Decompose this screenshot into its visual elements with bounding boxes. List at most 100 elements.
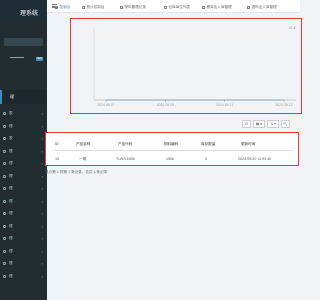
- sidebar-item[interactable]: 理 ‹: [0, 208, 47, 221]
- menu-icon: [3, 162, 6, 165]
- menu-icon: [3, 262, 6, 265]
- sidebar-item[interactable]: 理 ‹: [0, 233, 47, 246]
- tab-label: 仓库单位列表: [168, 5, 191, 9]
- menu-icon: [3, 124, 6, 128]
- chart-x-tick-label: 2024-09-07: [97, 103, 114, 107]
- chevron-left-icon: ‹: [41, 173, 43, 179]
- tab[interactable]: 控制台: [55, 3, 70, 11]
- tab[interactable]: 物料管理记录: [120, 3, 146, 11]
- tab-label: 统计控制台: [86, 5, 105, 9]
- col-header-id: ID: [55, 142, 59, 146]
- tab-icon: [202, 5, 205, 9]
- tab-label: 物料管理记录: [124, 5, 147, 9]
- menu-icon: [3, 137, 6, 140]
- new-badge: NEW: [36, 57, 43, 61]
- line-chart: 2024-09-07 2024-09-09 2024-09-11 2024-09-12: [93, 27, 296, 107]
- chart-x-tick-label: 2024-09-12: [275, 103, 292, 107]
- col-header-product-code: 产品代码: [118, 142, 133, 146]
- pagination-summary: 显示第 1 到第 1 条记录，总共 1 条记录: [45, 170, 108, 174]
- menu-icon: [3, 199, 6, 203]
- tab-label: 退料出入库管理: [251, 5, 277, 9]
- tab-icon: [247, 5, 250, 9]
- sidebar-item-active[interactable]: 理: [0, 90, 47, 104]
- chevron-left-icon: ‹: [41, 161, 43, 166]
- col-header-stock-qty: 库存数量: [201, 142, 216, 146]
- chevron-left-icon: ‹: [41, 123, 43, 129]
- sidebar-item[interactable]: 理 ‹: [0, 121, 47, 134]
- sidebar-search-input[interactable]: [4, 38, 43, 46]
- chevron-left-icon: ‹: [41, 273, 43, 279]
- table-cell: 一期: [79, 157, 87, 161]
- chevron-left-icon: ‹: [41, 261, 43, 266]
- table-cell: 0: [205, 157, 207, 161]
- sidebar-menu: 表 ‹ 理 ‹ 表 ‹ 理 ‹ 理 ‹ 理 ‹ 理 ‹ 理 ‹ 理 ‹ 理 ‹ 理 ‹ 理 ‹ 理 ‹ 理 ‹: [0, 108, 47, 283]
- columns-button[interactable]: ▦ ▾: [253, 120, 265, 128]
- menu-icon: [3, 149, 6, 153]
- data-table: ID 产品名称 产品代码 物料编码 库存数量 更新时间 15 一期 TLWS-1…: [45, 132, 299, 166]
- sidebar-item-label: 理: [9, 248, 13, 253]
- col-header-product-name: 产品名称: [76, 142, 91, 146]
- sidebar-item-label: 理: [9, 273, 13, 278]
- sidebar-item-label: 理: [9, 173, 13, 178]
- sidebar-item[interactable]: 表 ‹: [0, 108, 47, 121]
- chart-x-tick-label: 2024-09-09: [157, 103, 174, 107]
- sidebar-item[interactable]: 理 ‹: [0, 258, 47, 271]
- menu-icon: [3, 174, 6, 178]
- chevron-left-icon: ‹: [41, 148, 43, 154]
- tab[interactable]: 仓库单位列表: [164, 3, 190, 11]
- search-button[interactable]: 🔍: [281, 120, 290, 128]
- tab[interactable]: 退料出入库管理: [247, 3, 277, 11]
- tab-icon: [120, 5, 123, 9]
- sidebar-item-label: 理: [9, 236, 13, 240]
- menu-icon: [3, 237, 6, 240]
- chevron-left-icon: ‹: [41, 211, 43, 216]
- tab[interactable]: 移库出入库管理: [202, 3, 232, 11]
- tab-icon: [164, 5, 167, 9]
- sidebar-item[interactable]: 理 ‹: [0, 171, 47, 184]
- menu-icon: [3, 249, 6, 253]
- sidebar-item-label: 理: [9, 211, 13, 215]
- chart-toolbox[interactable]: ⊞ ⬇: [289, 26, 296, 30]
- table-cell: 1506: [166, 157, 174, 161]
- tab-label: 移库出入库管理: [206, 5, 232, 9]
- export-button[interactable]: ⇲ ▾: [267, 120, 279, 128]
- refresh-button[interactable]: ⊟: [242, 120, 251, 128]
- sidebar-item-label: 表: [9, 136, 13, 140]
- chevron-left-icon: ‹: [41, 198, 43, 204]
- chevron-left-icon: ‹: [41, 111, 43, 116]
- menu-icon: [3, 187, 6, 190]
- sidebar-item[interactable]: 理 ‹: [0, 271, 47, 284]
- sidebar-item[interactable]: 理 ‹: [0, 158, 47, 171]
- chevron-left-icon: ‹: [41, 136, 43, 141]
- tab-icon: [55, 5, 58, 9]
- tab[interactable]: 统计控制台: [82, 3, 104, 11]
- sidebar-item-new[interactable]: NEW: [0, 54, 47, 68]
- col-header-material-code: 物料编码: [164, 142, 179, 146]
- menu-icon: [3, 112, 6, 115]
- sidebar-item[interactable]: 理 ‹: [0, 146, 47, 159]
- menu-icon: [3, 274, 6, 278]
- chart-x-tick-label: 2024-09-11: [216, 103, 233, 107]
- menu-icon: [3, 224, 6, 228]
- sidebar-item-placeholder: [10, 57, 24, 58]
- sidebar-item[interactable]: 理 ‹: [0, 183, 47, 196]
- menu-icon: [3, 212, 6, 215]
- sidebar-item-label: 理: [9, 186, 13, 190]
- chevron-left-icon: ‹: [41, 186, 43, 191]
- brand-title: 理系统: [0, 0, 47, 22]
- sidebar-item[interactable]: 理 ‹: [0, 196, 47, 209]
- sidebar-item[interactable]: 表 ‹: [0, 133, 47, 146]
- table-cell: 2024-09-20 11:53:46: [238, 157, 272, 161]
- sidebar-active-label: 理: [10, 94, 14, 99]
- col-header-updated-time: 更新时间: [241, 142, 256, 146]
- sidebar-item-label: 理: [9, 123, 13, 128]
- sidebar: 理系统 NEW 理 表 ‹ 理 ‹ 表 ‹ 理 ‹ 理 ‹ 理 ‹ 理 ‹ 理 ‹ 理 ‹ 理 ‹ 理 ‹ 理 ‹ 理 ‹ 理 ‹: [0, 0, 47, 300]
- table-divider: [54, 150, 294, 151]
- sidebar-item[interactable]: 理 ‹: [0, 246, 47, 259]
- sidebar-item[interactable]: 理 ‹: [0, 221, 47, 234]
- chevron-left-icon: ‹: [41, 248, 43, 254]
- table-cell: 15: [55, 157, 59, 161]
- sidebar-item-label: 表: [9, 111, 13, 115]
- sidebar-item-label: 理: [9, 223, 13, 228]
- sidebar-item-label: 理: [9, 261, 13, 265]
